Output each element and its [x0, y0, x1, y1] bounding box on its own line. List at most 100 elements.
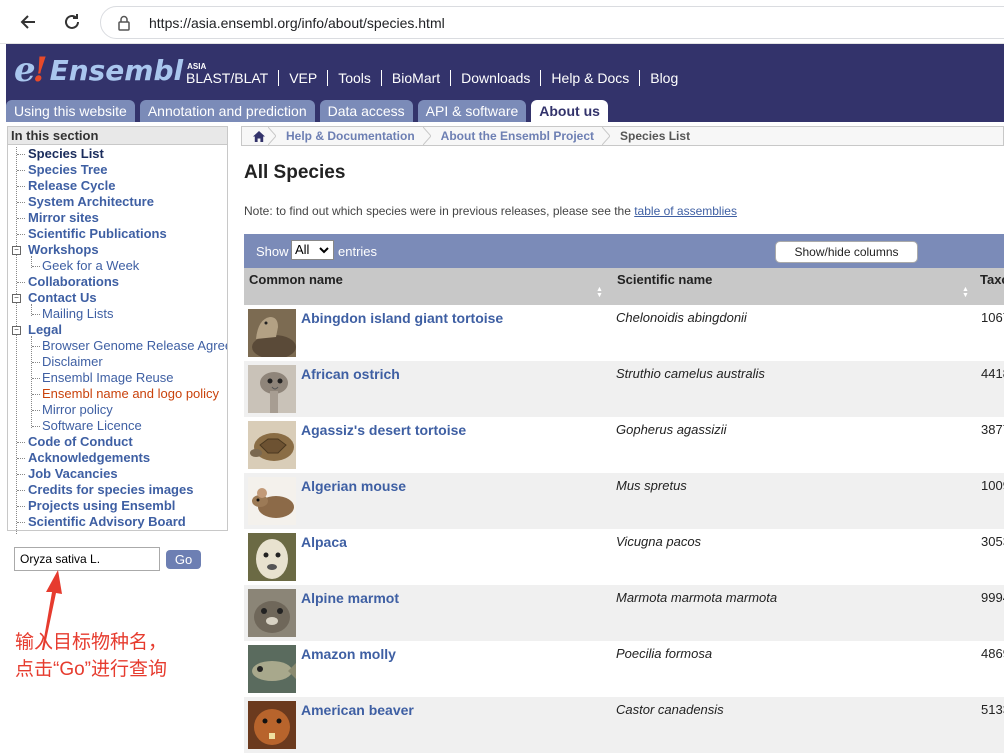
chevron-down-icon [319, 247, 329, 254]
sidebar-item-species-list[interactable]: Species List [28, 146, 104, 162]
table-of-assemblies-link[interactable]: table of assemblies [634, 204, 737, 218]
annotation-text: 输入目标物种名， 点击“Go”进行查询 [15, 629, 167, 683]
table-row: American beaver Castor canadensis 5133 [244, 697, 1004, 753]
tab-api-software[interactable]: API & software [417, 100, 527, 122]
species-scientific-name: Struthio camelus australis [616, 366, 765, 381]
breadcrumb-species-list: Species List [620, 129, 691, 143]
species-common-name[interactable]: Alpine marmot [301, 590, 399, 606]
page: https://asia.ensembl.org/info/about/spec… [0, 0, 1004, 756]
table-row: Alpaca Vicugna pacos 3053 [244, 529, 1004, 585]
header-common-name[interactable]: Common name [249, 272, 343, 287]
contact-us-collapse-toggle[interactable]: − [12, 294, 21, 303]
link-blast[interactable]: BLAST/BLAT [186, 70, 280, 86]
sidebar-item-legal[interactable]: Legal [28, 322, 62, 338]
header-scientific-name[interactable]: Scientific name [617, 272, 712, 287]
sidebar-item-acknowledgements[interactable]: Acknowledgements [28, 450, 150, 466]
species-common-name[interactable]: Agassiz's desert tortoise [301, 422, 466, 438]
sort-icon[interactable]: ▲ ▼ [962, 286, 969, 299]
back-button[interactable] [16, 10, 40, 34]
species-common-name[interactable]: Amazon molly [301, 646, 396, 662]
tortoise-image [248, 309, 296, 357]
arrow-left-icon [20, 15, 35, 29]
sidebar-item-software-licence[interactable]: Software Licence [42, 418, 142, 434]
annotation-line-2: 点击“Go”进行查询 [15, 659, 168, 680]
chevron-right-icon [268, 127, 276, 145]
ensembl-masthead: e! Ensembl ASIA BLAST/BLAT VEP Tools Bio… [6, 44, 1004, 122]
sidebar-item-credits-species-images[interactable]: Credits for species images [28, 482, 193, 498]
species-taxon-id: 9994 [981, 590, 1004, 605]
breadcrumb-about-project[interactable]: About the Ensembl Project [431, 127, 611, 145]
sidebar-item-workshops[interactable]: Workshops [28, 242, 99, 258]
legal-collapse-toggle[interactable]: − [12, 326, 21, 335]
species-taxon-id: 1067 [981, 310, 1004, 325]
sidebar-item-browser-genome-release-agreement[interactable]: Browser Genome Release Agreement [42, 338, 227, 354]
reload-icon [65, 14, 79, 29]
sidebar-item-mirror-sites[interactable]: Mirror sites [28, 210, 99, 226]
link-help-docs[interactable]: Help & Docs [541, 70, 641, 86]
link-downloads[interactable]: Downloads [451, 70, 542, 86]
sidebar-item-scientific-publications[interactable]: Scientific Publications [28, 226, 167, 242]
species-scientific-name: Gopherus agassizii [616, 422, 727, 437]
sidebar-item-projects-using-ensembl[interactable]: Projects using Ensembl [28, 498, 175, 514]
table-row: Amazon molly Poecilia formosa 4869 [244, 641, 1004, 697]
sidebar-item-geek-for-a-week[interactable]: Geek for a Week [42, 258, 139, 274]
species-common-name[interactable]: Algerian mouse [301, 478, 406, 494]
link-blog[interactable]: Blog [640, 70, 688, 86]
species-table: Show All entries Show/hide columns Commo… [244, 234, 1004, 756]
tab-using-this-website[interactable]: Using this website [6, 100, 135, 122]
species-taxon-id: 5133 [981, 702, 1004, 717]
tab-about-us[interactable]: About us [531, 100, 608, 122]
species-scientific-name: Mus spretus [616, 478, 687, 493]
species-thumbnail[interactable] [248, 477, 296, 525]
go-button[interactable]: Go [166, 550, 201, 569]
molly-fish-image [248, 645, 296, 693]
address-bar[interactable]: https://asia.ensembl.org/info/about/spec… [100, 6, 1004, 39]
species-thumbnail[interactable] [248, 533, 296, 581]
header-taxon-id[interactable]: Taxo [980, 272, 1004, 287]
sidebar-item-species-tree[interactable]: Species Tree [28, 162, 108, 178]
sidebar-item-disclaimer[interactable]: Disclaimer [42, 354, 103, 370]
tab-data-access[interactable]: Data access [319, 100, 413, 122]
sidebar-item-system-architecture[interactable]: System Architecture [28, 194, 154, 210]
species-thumbnail[interactable] [248, 589, 296, 637]
sidebar-item-job-vacancies[interactable]: Job Vacancies [28, 466, 118, 482]
link-biomart[interactable]: BioMart [382, 70, 452, 86]
species-scientific-name: Vicugna pacos [616, 534, 702, 549]
section-sidebar: In this section − − − Species List Speci… [7, 126, 228, 534]
sidebar-item-release-cycle[interactable]: Release Cycle [28, 178, 115, 194]
sidebar-item-ensembl-image-reuse[interactable]: Ensembl Image Reuse [42, 370, 174, 386]
ostrich-image [248, 365, 296, 413]
species-thumbnail[interactable] [248, 365, 296, 413]
species-thumbnail[interactable] [248, 645, 296, 693]
sidebar-item-contact-us[interactable]: Contact Us [28, 290, 97, 306]
link-tools[interactable]: Tools [328, 70, 382, 86]
entries-select[interactable]: All [291, 240, 334, 260]
species-common-name[interactable]: Abingdon island giant tortoise [301, 310, 503, 326]
ensembl-logo[interactable]: e! Ensembl ASIA [14, 52, 206, 92]
sidebar-item-mirror-policy[interactable]: Mirror policy [42, 402, 113, 418]
sidebar-item-mailing-lists[interactable]: Mailing Lists [42, 306, 114, 322]
species-common-name[interactable]: American beaver [301, 702, 414, 718]
desert-tortoise-image [248, 421, 296, 469]
entries-select-value: All [295, 242, 310, 257]
link-vep[interactable]: VEP [279, 70, 329, 86]
reload-button[interactable] [60, 10, 84, 34]
annotation-line-1: 输入目标物种名， [15, 632, 168, 653]
sidebar-item-collaborations[interactable]: Collaborations [28, 274, 119, 290]
tab-annotation-prediction[interactable]: Annotation and prediction [139, 100, 315, 122]
species-common-name[interactable]: Alpaca [301, 534, 347, 550]
beaver-image [248, 701, 296, 749]
logo-wordmark: Ensembl [49, 54, 184, 87]
sort-icon[interactable]: ▲ ▼ [596, 286, 603, 299]
breadcrumb-help-docs[interactable]: Help & Documentation [276, 127, 431, 145]
species-common-name[interactable]: African ostrich [301, 366, 400, 382]
workshops-collapse-toggle[interactable]: − [12, 246, 21, 255]
species-thumbnail[interactable] [248, 421, 296, 469]
species-thumbnail[interactable] [248, 309, 296, 357]
show-hide-columns-button[interactable]: Show/hide columns [775, 241, 918, 263]
breadcrumb-home[interactable] [242, 127, 276, 145]
sidebar-item-code-of-conduct[interactable]: Code of Conduct [28, 434, 133, 450]
sidebar-item-name-logo-policy[interactable]: Ensembl name and logo policy [42, 386, 219, 402]
sidebar-item-scientific-advisory-board[interactable]: Scientific Advisory Board [28, 514, 186, 530]
species-thumbnail[interactable] [248, 701, 296, 749]
